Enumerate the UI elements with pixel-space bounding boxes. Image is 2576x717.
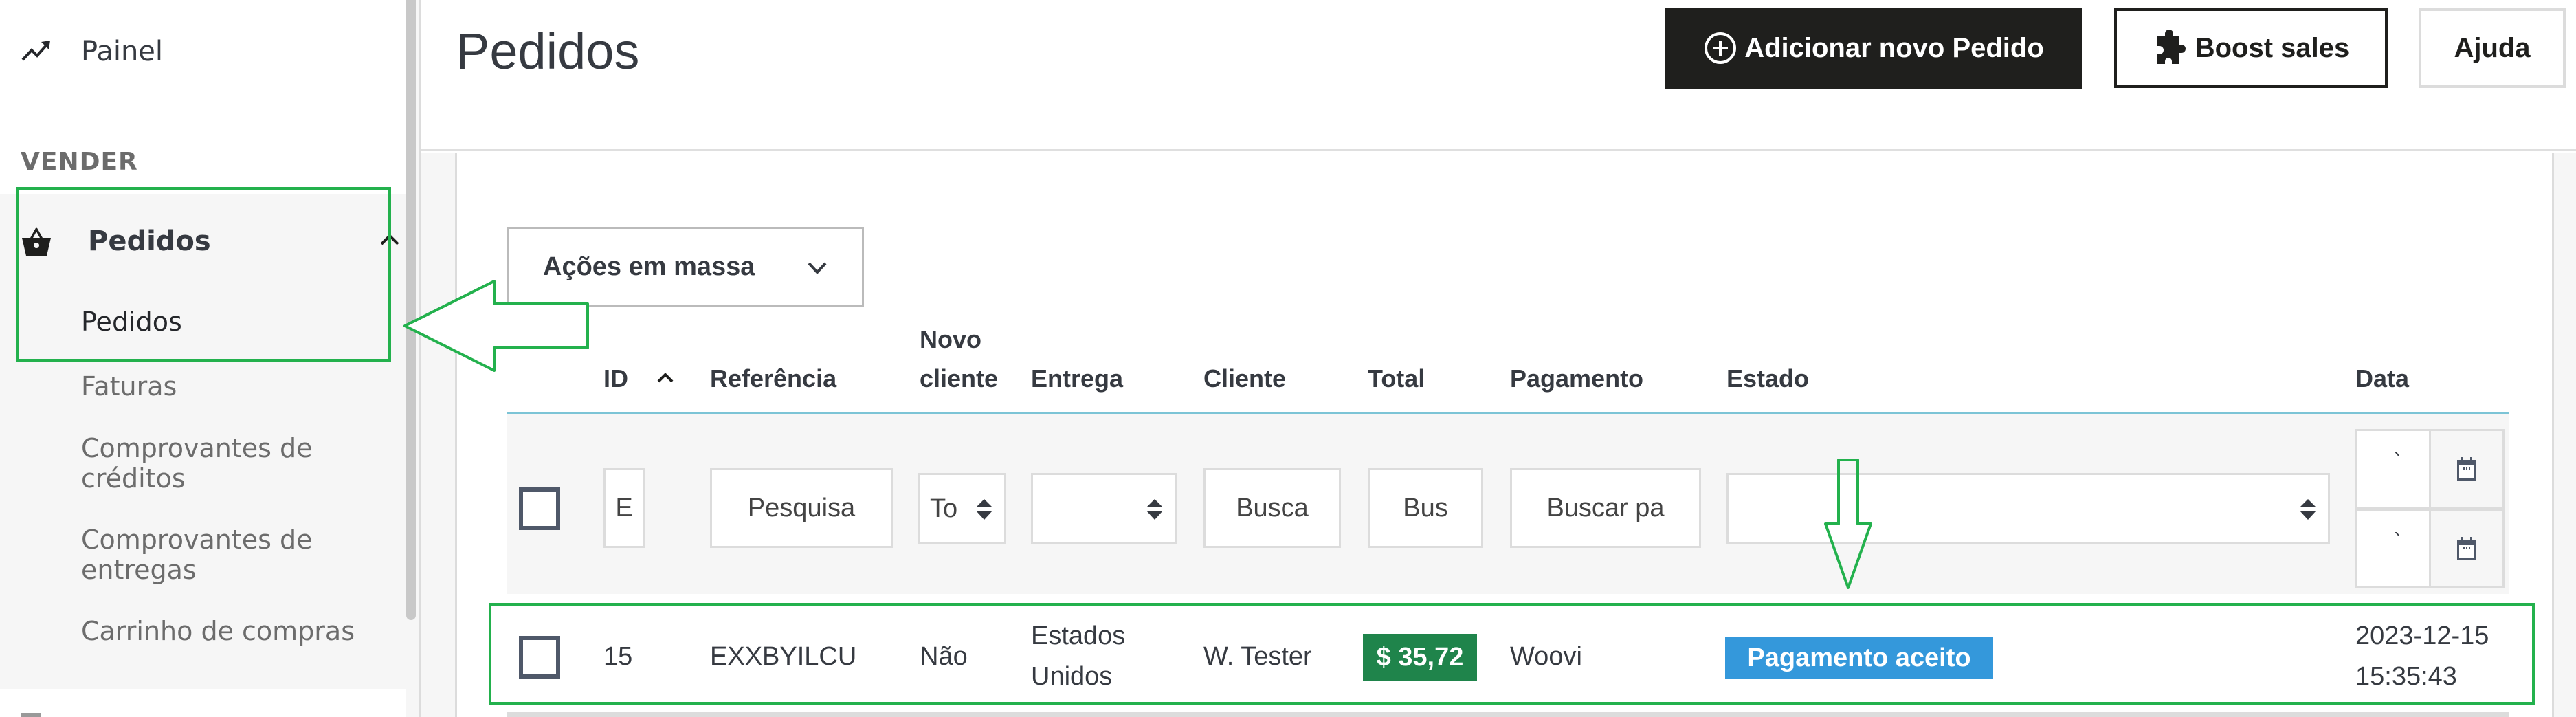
- row-divider: [507, 712, 2509, 717]
- select-arrows-icon: [976, 499, 992, 520]
- column-header-new-client-line2[interactable]: cliente: [920, 360, 998, 398]
- sidebar-subitem-shopping-carts[interactable]: Carrinho de compras: [81, 616, 355, 646]
- cell-delivery-line1: Estados: [1031, 621, 1126, 650]
- column-header-new-client-line1[interactable]: Novo: [920, 320, 981, 359]
- filter-date-from-input[interactable]: `: [2355, 429, 2431, 509]
- sidebar-subitem-delivery-slips[interactable]: Comprovantes de entregas: [81, 525, 370, 585]
- puzzle-piece-icon: [2156, 30, 2186, 64]
- column-header-status[interactable]: Estado: [1726, 360, 1809, 398]
- boost-sales-label: Boost sales: [2195, 32, 2350, 63]
- column-header-date[interactable]: Data: [2355, 360, 2409, 398]
- shopping-basket-icon: [22, 227, 51, 256]
- chevron-down-icon: [808, 262, 827, 274]
- page-header: Pedidos Adicionar novo Pedido Boost sale…: [421, 0, 2576, 151]
- cell-client: W. Tester: [1203, 642, 1312, 671]
- sort-ascending-icon[interactable]: [656, 371, 674, 384]
- column-header-id[interactable]: ID: [603, 360, 628, 398]
- filter-new-client-select[interactable]: To: [918, 473, 1006, 544]
- page-title: Pedidos: [456, 23, 640, 80]
- filter-status-select[interactable]: [1726, 473, 2330, 544]
- column-header-delivery[interactable]: Entrega: [1031, 360, 1123, 398]
- cell-new-client: Não: [920, 642, 968, 671]
- sidebar-subitem-invoices[interactable]: Faturas: [81, 371, 177, 401]
- sidebar-item-orders[interactable]: Pedidos: [21, 219, 211, 264]
- trending-up-icon: [21, 41, 50, 61]
- date-to-picker-button[interactable]: [2429, 509, 2505, 588]
- filter-client-input[interactable]: Busca: [1203, 468, 1341, 548]
- sidebar: Painel VENDER Pedidos Pedidos Faturas Co…: [0, 0, 406, 717]
- sidebar-item-label: Painel: [81, 36, 164, 67]
- column-header-reference[interactable]: Referência: [710, 360, 836, 398]
- cell-payment: Woovi: [1510, 642, 1582, 671]
- bulk-actions-dropdown[interactable]: Ações em massa: [507, 227, 864, 307]
- filter-delivery-select[interactable]: [1031, 473, 1177, 544]
- boost-sales-button[interactable]: Boost sales: [2114, 8, 2388, 88]
- bulk-actions-label: Ações em massa: [543, 252, 755, 281]
- filter-payment-input[interactable]: Buscar pa: [1510, 468, 1701, 548]
- select-arrows-icon: [2300, 499, 2316, 520]
- help-label: Ajuda: [2454, 32, 2531, 63]
- cell-id: 15: [603, 642, 633, 671]
- sidebar-item-dashboard[interactable]: Painel: [21, 29, 163, 74]
- filter-total-input[interactable]: Bus: [1368, 468, 1483, 548]
- cell-time: 15:35:43: [2355, 662, 2457, 691]
- calendar-icon: [2457, 457, 2476, 481]
- select-all-checkbox[interactable]: [519, 487, 560, 530]
- chevron-up-icon[interactable]: [379, 232, 400, 247]
- sidebar-subitem-credit-slips[interactable]: Comprovantes de créditos: [81, 433, 370, 494]
- column-header-client[interactable]: Cliente: [1203, 360, 1286, 398]
- calendar-icon: [2457, 537, 2476, 560]
- sidebar-scrollbar-thumb[interactable]: [406, 0, 416, 620]
- add-order-label: Adicionar novo Pedido: [1744, 32, 2044, 63]
- row-select-checkbox[interactable]: [519, 636, 560, 679]
- plus-circle-icon: [1705, 32, 1737, 64]
- cell-date: 2023-12-15: [2355, 621, 2489, 650]
- filter-reference-input[interactable]: Pesquisa: [710, 468, 893, 548]
- filter-id-input[interactable]: E: [603, 468, 645, 548]
- column-header-payment[interactable]: Pagamento: [1510, 360, 1643, 398]
- total-badge: $ 35,72: [1363, 634, 1477, 681]
- cell-reference: EXXBYILCU: [710, 642, 857, 671]
- date-from-picker-button[interactable]: [2429, 429, 2505, 509]
- status-badge[interactable]: Pagamento aceito: [1725, 637, 1993, 679]
- next-section-icon: [21, 713, 41, 717]
- cell-delivery-line2: Unidos: [1031, 662, 1113, 691]
- sidebar-subitem-orders[interactable]: Pedidos: [81, 307, 182, 337]
- sidebar-item-label: Pedidos: [88, 225, 211, 257]
- section-label-vender: VENDER: [21, 148, 138, 176]
- filter-date-to-input[interactable]: `: [2355, 509, 2431, 588]
- select-arrows-icon: [1146, 499, 1163, 520]
- column-header-total[interactable]: Total: [1368, 360, 1425, 398]
- help-button[interactable]: Ajuda: [2419, 8, 2566, 88]
- filter-new-client-value: To: [930, 494, 958, 523]
- add-order-button[interactable]: Adicionar novo Pedido: [1665, 8, 2082, 89]
